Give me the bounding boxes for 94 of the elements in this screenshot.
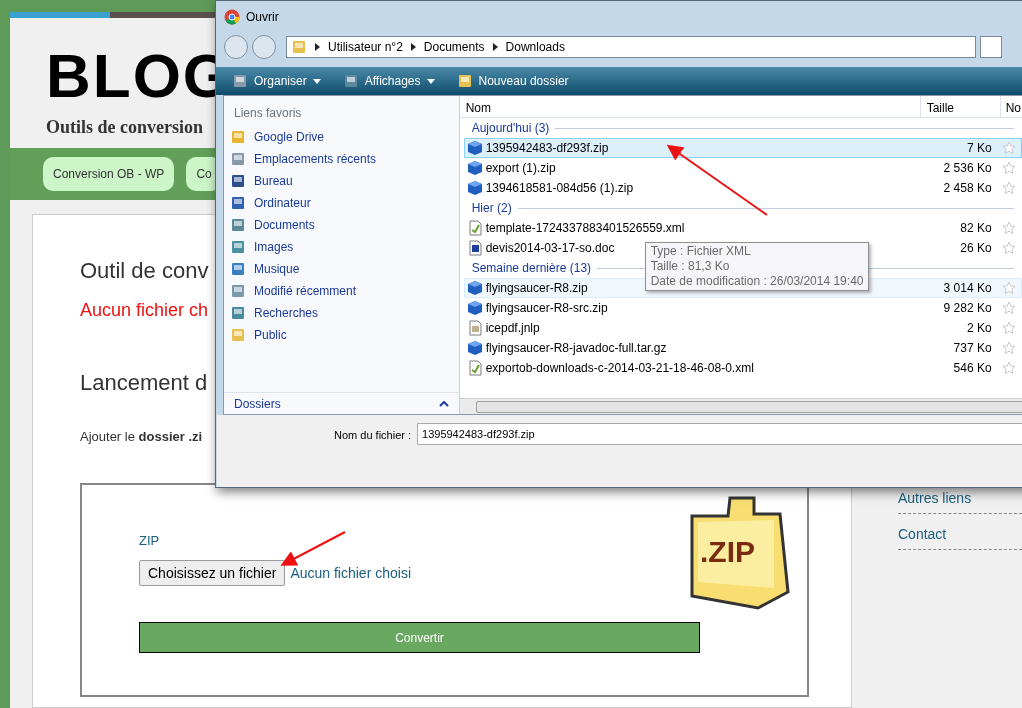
breadcrumb-item[interactable]: Downloads: [505, 38, 565, 56]
file-name: flyingsaucer-R8.zip: [485, 280, 588, 297]
file-button[interactable]: Choisissez un fichier: [139, 560, 286, 586]
chevron-icon[interactable]: [410, 43, 416, 51]
star-icon[interactable]: [1001, 181, 1016, 195]
browser-logo-icon: [224, 9, 240, 25]
star-icon[interactable]: [1001, 221, 1016, 235]
file-size: 7 Ko: [965, 140, 993, 157]
breadcrumb-item[interactable]: Utilisateur n°2: [328, 38, 403, 56]
star-icon[interactable]: [1001, 161, 1016, 175]
tagline: Outils de conversion: [46, 116, 203, 139]
favorite-link[interactable]: Documents: [224, 214, 459, 236]
favorite-link[interactable]: Google Drive: [224, 126, 459, 148]
file-size: 9 282 Ko: [942, 300, 993, 317]
collapse-icon[interactable]: [438, 400, 449, 407]
file-size: 82 Ko: [959, 220, 993, 237]
group-header[interactable]: Semaine dernière (13): [471, 259, 592, 277]
file-row[interactable]: 1395942483-df293f.zip 7 Ko: [463, 138, 1022, 158]
file-name[interactable]: devis2014-03-17-so.doc: [485, 239, 615, 257]
file-size: 26 Ko: [959, 240, 993, 257]
favorite-link[interactable]: Emplacements récents: [224, 148, 459, 170]
column-header[interactable]: Nom: [459, 96, 921, 117]
favorite-link[interactable]: Bureau: [224, 170, 459, 192]
favorites-heading: Liens favoris: [233, 105, 303, 122]
cube-icon: [466, 280, 483, 296]
favorite-link[interactable]: Musique: [224, 258, 459, 280]
group-header[interactable]: Hier (2): [471, 199, 512, 217]
star-icon[interactable]: [1001, 241, 1016, 255]
file-size: 2 458 Ko: [942, 180, 993, 197]
tooltip-line: Date de modification : 26/03/2014 19:40: [650, 274, 864, 289]
file-name: 1395942483-df293f.zip: [485, 140, 609, 157]
file-size: 546 Ko: [952, 360, 993, 377]
file-status: Aucun fichier choisi: [290, 563, 411, 583]
column-header[interactable]: No: [1000, 96, 1022, 117]
file-name[interactable]: export (1).zip: [485, 159, 556, 177]
window-title: Ouvrir: [246, 9, 279, 26]
star-icon[interactable]: [1001, 141, 1016, 155]
file-name[interactable]: template-1724337883401526559.xml: [485, 219, 685, 237]
favorite-link[interactable]: Images: [224, 236, 459, 258]
field-label: ZIP: [139, 531, 160, 550]
toolbar-button[interactable]: Nouveau dossier: [456, 72, 569, 90]
instruction-text: Ajouter le dossier .zi: [80, 428, 203, 446]
caret-icon: [312, 78, 321, 84]
cube-icon: [466, 140, 483, 156]
favorite-link[interactable]: Recherches: [224, 302, 459, 324]
toolbar-button[interactable]: Organiser: [232, 72, 321, 90]
cube-icon: [466, 180, 483, 196]
cube-icon: [466, 160, 483, 176]
xml-file-icon: [466, 360, 483, 376]
chevron-icon[interactable]: [315, 43, 320, 51]
file-name[interactable]: 1394618581-084d56 (1).zip: [485, 179, 634, 197]
horizontal-scrollbar[interactable]: [459, 398, 1022, 414]
file-size: 2 536 Ko: [942, 160, 993, 177]
cube-icon: [466, 300, 483, 316]
favorite-link[interactable]: Modifié récemment: [224, 280, 459, 302]
word-document-icon: [466, 240, 483, 256]
nav-link[interactable]: Conversion OB - WP: [43, 157, 175, 191]
breadcrumb-item[interactable]: Documents: [423, 38, 485, 56]
toolbar-button[interactable]: Affichages: [342, 72, 435, 90]
star-icon[interactable]: [1001, 301, 1016, 315]
refresh-button[interactable]: [980, 36, 1002, 58]
file-name[interactable]: exportob-downloads-c-2014-03-21-18-46-08-0.xml: [485, 359, 754, 377]
star-icon[interactable]: [1001, 341, 1016, 355]
file-name[interactable]: flyingsaucer-R8-src.zip: [485, 299, 608, 317]
folders-toggle[interactable]: Dossiers: [234, 394, 281, 413]
file-size: 3 014 Ko: [942, 280, 993, 297]
chevron-icon[interactable]: [492, 43, 498, 51]
annotation-arrow: [280, 531, 346, 566]
tooltip-line: Type : Fichier XML: [650, 244, 752, 259]
file-size: 2 Ko: [965, 320, 993, 337]
xml-file-icon: [466, 220, 483, 236]
file-icon: [466, 320, 483, 336]
caret-icon: [426, 78, 435, 84]
favorite-link[interactable]: Ordinateur: [224, 192, 459, 214]
address-bar[interactable]: Utilisateur n°2 Documents Downloads: [286, 36, 976, 58]
filename-field[interactable]: 1395942483-df293f.zip: [417, 423, 1022, 445]
file-size: 737 Ko: [952, 340, 993, 357]
sidebar-link[interactable]: Contact: [898, 524, 1022, 550]
star-icon[interactable]: [1001, 361, 1016, 375]
error-message: Aucun fichier ch: [80, 299, 209, 322]
column-header[interactable]: Taille: [920, 96, 1001, 117]
favorite-link[interactable]: Public: [224, 324, 459, 346]
file-name[interactable]: flyingsaucer-R8-javadoc-full.tar.gz: [485, 339, 667, 357]
back-button[interactable]: [224, 35, 248, 59]
file-name[interactable]: icepdf.jnlp: [485, 319, 540, 337]
cube-icon: [466, 340, 483, 356]
star-icon[interactable]: [1001, 321, 1016, 335]
tooltip-line: Taille : 81,3 Ko: [650, 259, 731, 274]
forward-button[interactable]: [252, 35, 276, 59]
page-heading: Outil de conv: [80, 257, 209, 285]
group-header[interactable]: Aujourd'hui (3): [471, 119, 550, 137]
star-icon[interactable]: [1001, 281, 1016, 295]
filename-label: Nom du fichier :: [334, 428, 412, 443]
section-heading: Lancement d: [80, 369, 208, 397]
